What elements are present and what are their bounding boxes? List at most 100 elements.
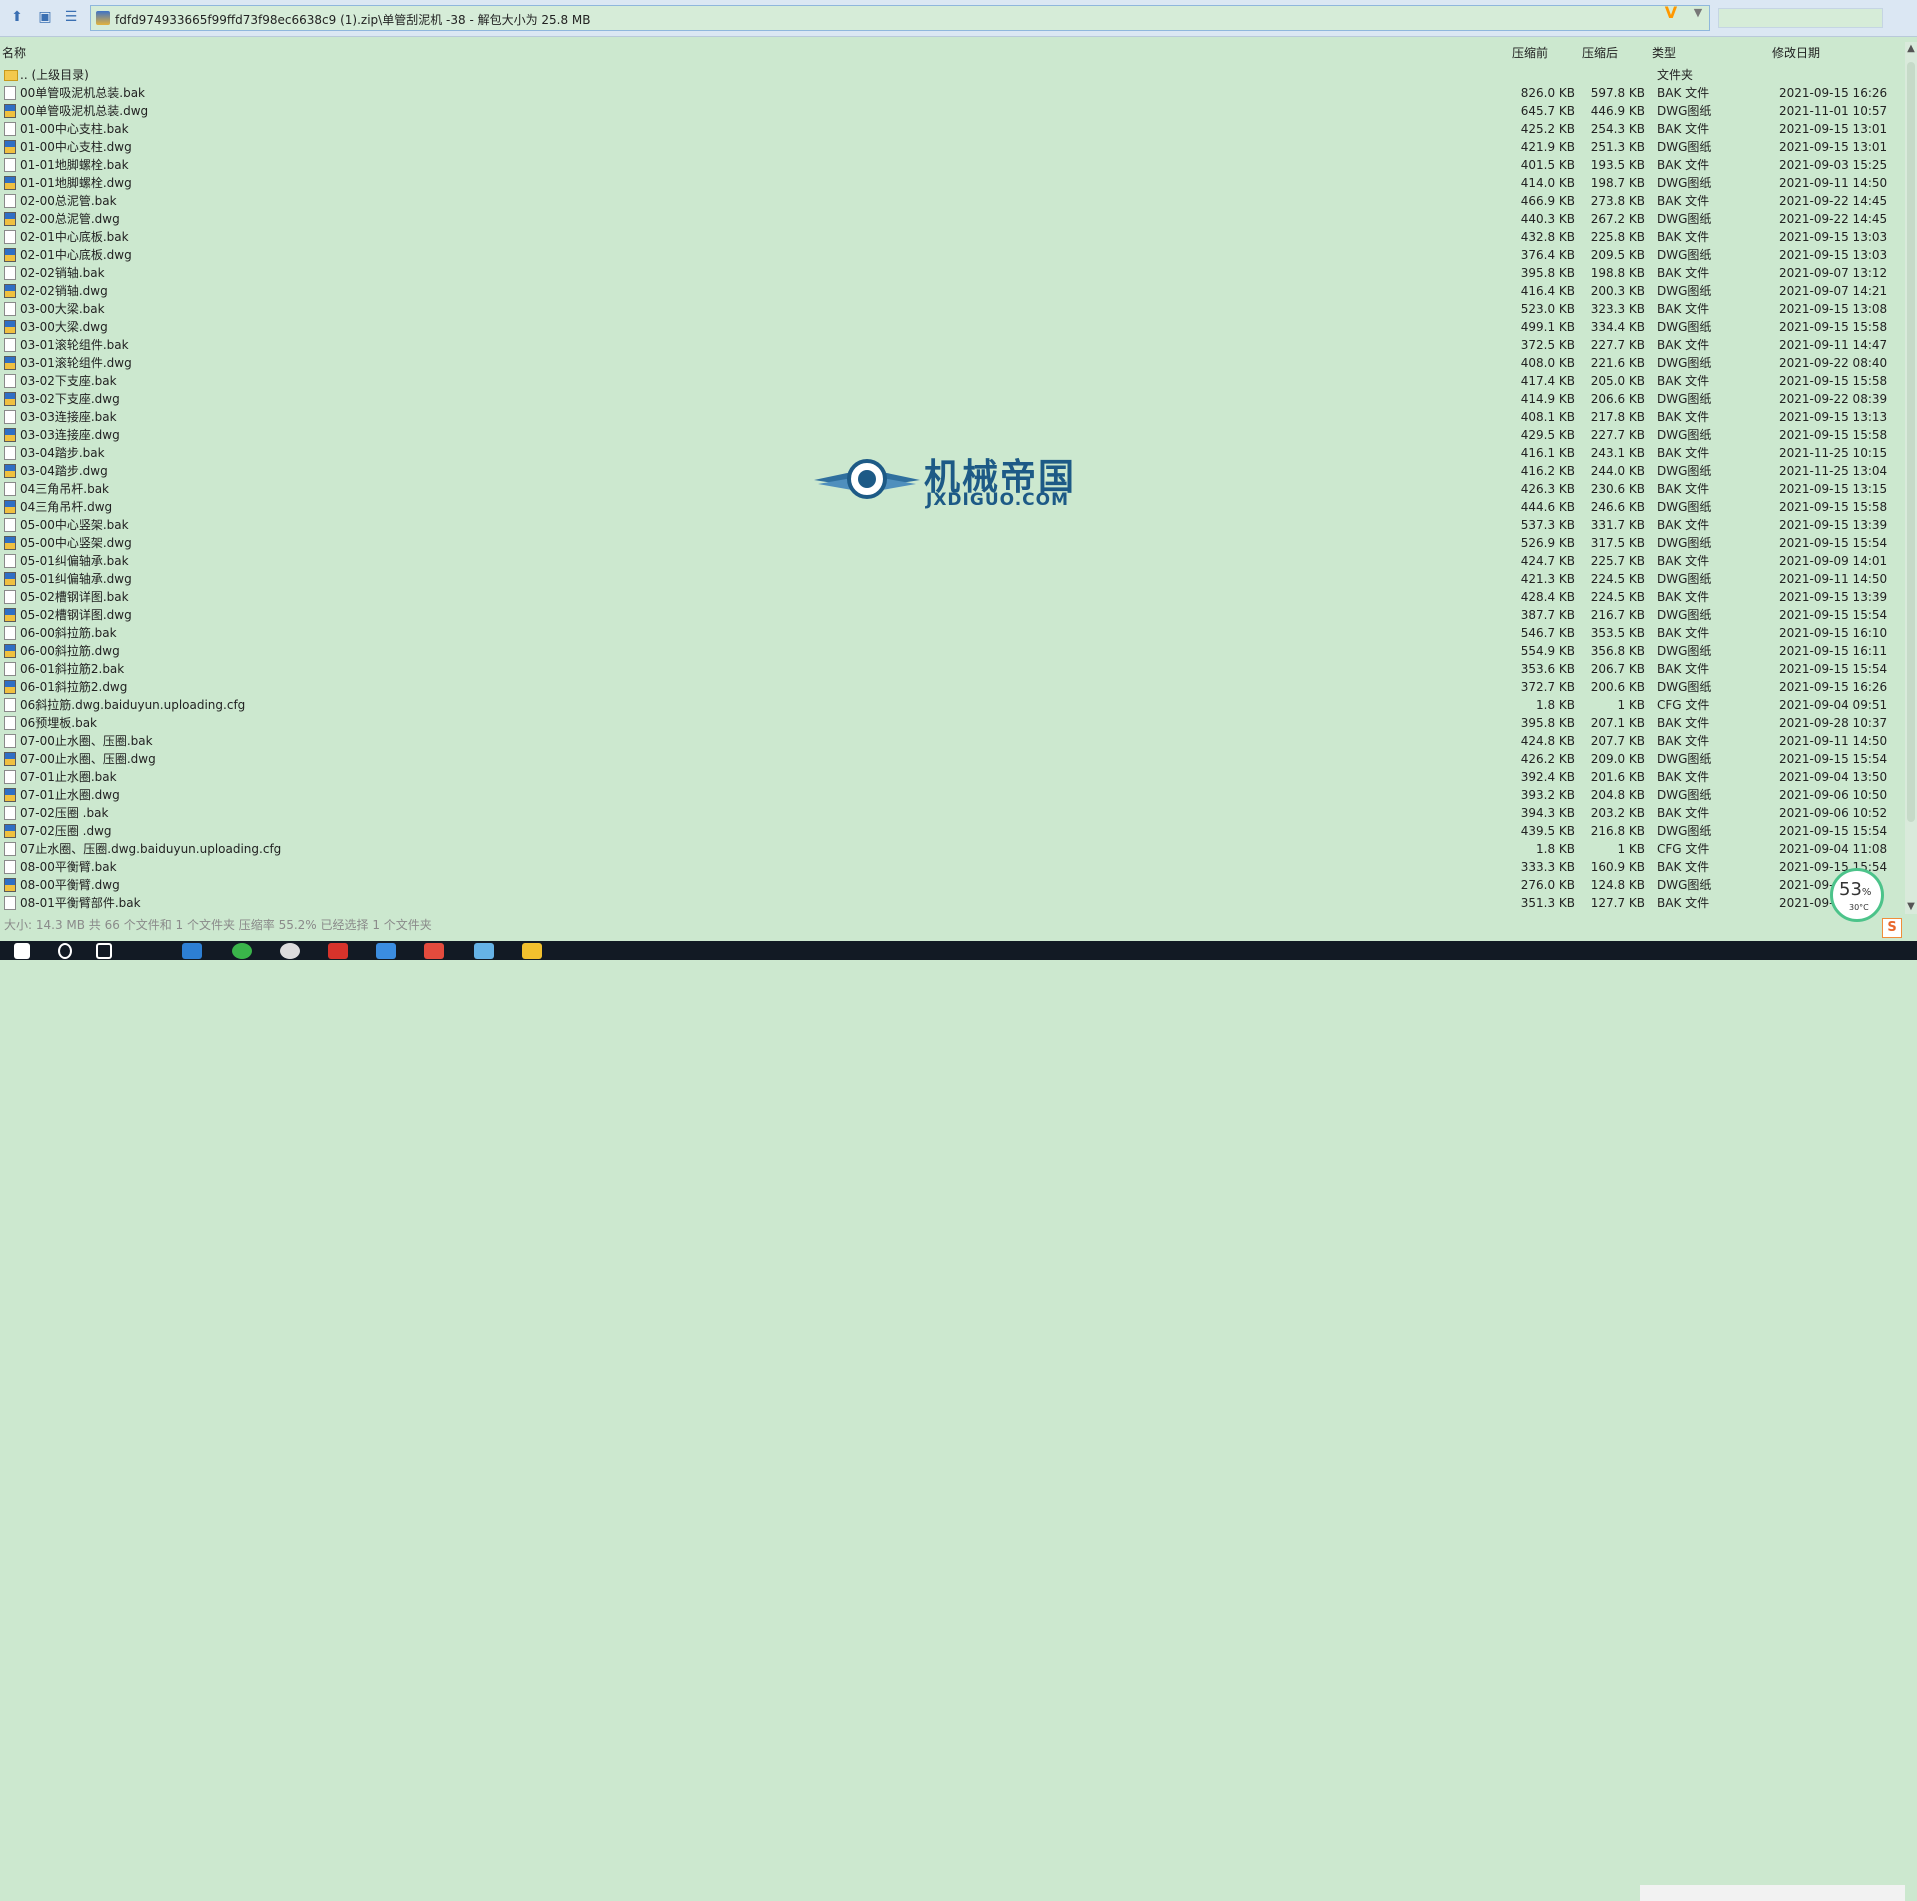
table-row[interactable]: 03-02下支座.dwg 414.9 KB 206.6 KB DWG图纸 2021-09…	[0, 390, 1905, 408]
vertical-scrollbar[interactable]: ▲ ▼	[1905, 42, 1917, 914]
table-row[interactable]: 00单管吸泥机总装.dwg 645.7 KB 446.9 KB DWG图纸 2021-1…	[0, 102, 1905, 120]
dwg-file-icon	[4, 680, 16, 694]
v-badge-icon[interactable]: V	[1662, 4, 1680, 22]
windows-start-icon[interactable]	[14, 943, 30, 959]
table-row[interactable]: 05-00中心竖架.bak 537.3 KB 331.7 KB BAK 文件 2021-…	[0, 516, 1905, 534]
table-row[interactable]: 07-00止水圈、压圈.dwg 426.2 KB 209.0 KB DWG图纸 2021…	[0, 750, 1905, 768]
search-icon[interactable]	[58, 943, 72, 959]
table-row[interactable]: 06-00斜拉筋.dwg 554.9 KB 356.8 KB DWG图纸 2021-09…	[0, 642, 1905, 660]
view-icon[interactable]: ▣	[36, 8, 54, 26]
search-input[interactable]	[1718, 8, 1883, 28]
file-date: 2021-09-15 15:54	[1779, 824, 1888, 838]
table-row[interactable]: 03-02下支座.bak 417.4 KB 205.0 KB BAK 文件 2021-0…	[0, 372, 1905, 390]
table-row[interactable]: 00单管吸泥机总装.bak 826.0 KB 597.8 KB BAK 文件 2021-…	[0, 84, 1905, 102]
file-size-before: 372.7 KB	[1520, 680, 1575, 694]
file-size-after: 323.3 KB	[1590, 302, 1645, 316]
table-row[interactable]: 06预埋板.bak 395.8 KB 207.1 KB BAK 文件 2021-09-2…	[0, 714, 1905, 732]
file-size-after: 353.5 KB	[1590, 626, 1645, 640]
folder-app-icon[interactable]	[376, 943, 396, 959]
table-row[interactable]: 08-00平衡臂.dwg 276.0 KB 124.8 KB DWG图纸 2021-09…	[0, 876, 1905, 894]
chevron-down-icon[interactable]: ▼	[1690, 5, 1706, 21]
column-name[interactable]: 名称	[2, 44, 26, 61]
table-row[interactable]: 01-01地脚螺栓.dwg 414.0 KB 198.7 KB DWG图纸 2021-0…	[0, 174, 1905, 192]
scroll-down-icon[interactable]: ▼	[1905, 900, 1917, 914]
table-row[interactable]: 06-01斜拉筋2.bak 353.6 KB 206.7 KB BAK 文件 2021-…	[0, 660, 1905, 678]
column-after[interactable]: 压缩后	[1582, 44, 1618, 61]
table-row[interactable]: 05-02槽钢详图.bak 428.4 KB 224.5 KB BAK 文件 2021-…	[0, 588, 1905, 606]
table-row[interactable]: 02-01中心底板.dwg 376.4 KB 209.5 KB DWG图纸 2021-0…	[0, 246, 1905, 264]
table-row[interactable]: 03-01滚轮组件.bak 372.5 KB 227.7 KB BAK 文件 2021-…	[0, 336, 1905, 354]
table-row[interactable]: 08-01平衡臂部件.bak 351.3 KB 127.7 KB BAK 文件 2021…	[0, 894, 1905, 912]
file-name: 02-02销轴.dwg	[20, 284, 108, 298]
bandizip-icon[interactable]	[522, 943, 542, 959]
parent-dir-row[interactable]: .. (上级目录) 文件夹	[0, 66, 1905, 84]
table-row[interactable]: 06-01斜拉筋2.dwg 372.7 KB 200.6 KB DWG图纸 2021-0…	[0, 678, 1905, 696]
list-icon[interactable]: ☰	[62, 8, 80, 26]
app-icon-green[interactable]	[232, 943, 252, 959]
table-row[interactable]: 06斜拉筋.dwg.baiduyun.uploading.cfg 1.8 KB 1 …	[0, 696, 1905, 714]
table-row[interactable]: 05-01纠偏轴承.bak 424.7 KB 225.7 KB BAK 文件 2021-…	[0, 552, 1905, 570]
app-icon-blue[interactable]	[182, 943, 202, 959]
file-date: 2021-09-15 13:15	[1779, 482, 1888, 496]
file-name: 02-02销轴.bak	[20, 266, 105, 280]
gear-icon[interactable]	[280, 943, 300, 959]
column-before[interactable]: 压缩前	[1512, 44, 1548, 61]
table-row[interactable]: 07-00止水圈、压圈.bak 424.8 KB 207.7 KB BAK 文件 202…	[0, 732, 1905, 750]
table-row[interactable]: 03-03连接座.dwg 429.5 KB 227.7 KB DWG图纸 2021-09…	[0, 426, 1905, 444]
dwg-file-icon	[4, 572, 16, 586]
file-size-after: 160.9 KB	[1590, 860, 1645, 874]
address-bar[interactable]: fdfd974933665f99ffd73f98ec6638c9 (1).zip…	[90, 5, 1710, 31]
table-row[interactable]: 03-03连接座.bak 408.1 KB 217.8 KB BAK 文件 2021-0…	[0, 408, 1905, 426]
table-row[interactable]: 05-02槽钢详图.dwg 387.7 KB 216.7 KB DWG图纸 2021-0…	[0, 606, 1905, 624]
file-date: 2021-09-15 15:54	[1779, 752, 1888, 766]
task-view-icon[interactable]	[96, 943, 112, 959]
dwg-file-icon	[4, 140, 16, 154]
file-name: 06-00斜拉筋.dwg	[20, 644, 120, 658]
file-date: 2021-09-06 10:52	[1779, 806, 1888, 820]
sogou-icon[interactable]: S	[1882, 918, 1902, 938]
bak-file-icon	[4, 410, 16, 424]
up-arrow-icon[interactable]: ⬆	[8, 8, 26, 26]
table-row[interactable]: 07止水圈、压圈.dwg.baiduyun.uploading.cfg 1.8 K…	[0, 840, 1905, 858]
table-row[interactable]: 06-00斜拉筋.bak 546.7 KB 353.5 KB BAK 文件 2021-0…	[0, 624, 1905, 642]
scroll-up-icon[interactable]: ▲	[1905, 42, 1917, 56]
table-row[interactable]: 02-00总泥管.bak 466.9 KB 273.8 KB BAK 文件 2021-0…	[0, 192, 1905, 210]
table-row[interactable]: 07-02压圈 .bak 394.3 KB 203.2 KB BAK 文件 2021-0…	[0, 804, 1905, 822]
table-row[interactable]: 03-00大梁.bak 523.0 KB 323.3 KB BAK 文件 2021-09…	[0, 300, 1905, 318]
table-row[interactable]: 03-01滚轮组件.dwg 408.0 KB 221.6 KB DWG图纸 2021-0…	[0, 354, 1905, 372]
pdf-icon[interactable]	[424, 943, 444, 959]
bak-file-icon	[4, 770, 16, 784]
app-icon-red[interactable]	[328, 943, 348, 959]
table-row[interactable]: 01-00中心支柱.bak 425.2 KB 254.3 KB BAK 文件 2021-…	[0, 120, 1905, 138]
column-type[interactable]: 类型	[1652, 44, 1676, 61]
table-row[interactable]: 07-02压圈 .dwg 439.5 KB 216.8 KB DWG图纸 2021-09…	[0, 822, 1905, 840]
file-name: 03-00大梁.bak	[20, 302, 105, 316]
table-row[interactable]: 03-00大梁.dwg 499.1 KB 334.4 KB DWG图纸 2021-09-…	[0, 318, 1905, 336]
table-row[interactable]: 05-01纠偏轴承.dwg 421.3 KB 224.5 KB DWG图纸 2021-0…	[0, 570, 1905, 588]
table-row[interactable]: 02-01中心底板.bak 432.8 KB 225.8 KB BAK 文件 2021-…	[0, 228, 1905, 246]
file-size-after: 251.3 KB	[1590, 140, 1645, 154]
table-row[interactable]: 02-00总泥管.dwg 440.3 KB 267.2 KB DWG图纸 2021-09…	[0, 210, 1905, 228]
speed-widget[interactable]: 53% 30°C	[1830, 868, 1884, 922]
table-row[interactable]: 02-02销轴.bak 395.8 KB 198.8 KB BAK 文件 2021-09…	[0, 264, 1905, 282]
file-size-before: 1.8 KB	[1536, 842, 1575, 856]
table-row[interactable]: 02-02销轴.dwg 416.4 KB 200.3 KB DWG图纸 2021-09-…	[0, 282, 1905, 300]
table-row[interactable]: 07-01止水圈.bak 392.4 KB 201.6 KB BAK 文件 2021-0…	[0, 768, 1905, 786]
table-row[interactable]: 05-00中心竖架.dwg 526.9 KB 317.5 KB DWG图纸 2021-0…	[0, 534, 1905, 552]
column-date[interactable]: 修改日期	[1772, 44, 1820, 61]
file-size-before: 408.1 KB	[1520, 410, 1575, 424]
file-type: DWG图纸	[1657, 212, 1712, 226]
file-date: 2021-09-15 13:01	[1779, 122, 1888, 136]
table-row[interactable]: 01-01地脚螺栓.bak 401.5 KB 193.5 KB BAK 文件 2021-…	[0, 156, 1905, 174]
file-size-after: 200.6 KB	[1590, 680, 1645, 694]
watermark-logo: 机械帝国 JXDIGUO.COM	[812, 448, 1102, 510]
app-icon-lightblue[interactable]	[474, 943, 494, 959]
table-row[interactable]: 07-01止水圈.dwg 393.2 KB 204.8 KB DWG图纸 2021-09…	[0, 786, 1905, 804]
scroll-thumb[interactable]	[1907, 62, 1915, 822]
table-row[interactable]: 01-00中心支柱.dwg 421.9 KB 251.3 KB DWG图纸 2021-0…	[0, 138, 1905, 156]
file-type: DWG图纸	[1657, 824, 1712, 838]
file-size-before: 424.7 KB	[1520, 554, 1575, 568]
file-date: 2021-09-15 15:54	[1779, 662, 1888, 676]
file-size-before: 444.6 KB	[1520, 500, 1575, 514]
table-row[interactable]: 08-00平衡臂.bak 333.3 KB 160.9 KB BAK 文件 2021-0…	[0, 858, 1905, 876]
